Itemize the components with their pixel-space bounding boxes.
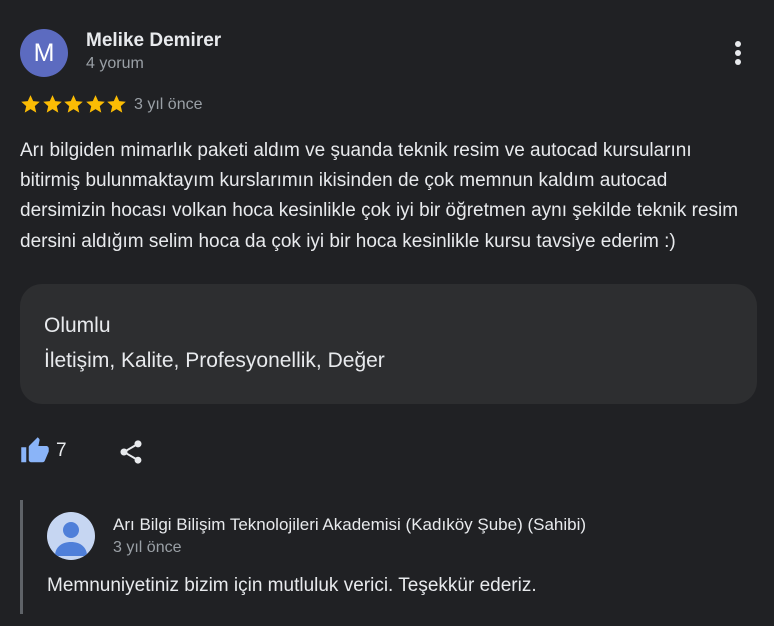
attributes-values: İletişim, Kalite, Profesyonellik, Değer bbox=[44, 349, 385, 372]
star-icon bbox=[107, 95, 126, 113]
star-icon bbox=[42, 95, 62, 113]
thumb-up-icon bbox=[21, 437, 49, 463]
reply-date: 3 yıl önce bbox=[113, 539, 182, 556]
review-text: Arı bilgiden mimarlık paketi aldım ve şu… bbox=[20, 140, 739, 252]
owner-avatar[interactable] bbox=[47, 512, 95, 560]
person-icon bbox=[55, 522, 87, 556]
star-icon bbox=[64, 95, 83, 113]
star-rating bbox=[20, 93, 128, 115]
share-button[interactable] bbox=[117, 438, 145, 466]
attributes-title: Olumlu bbox=[44, 314, 111, 337]
owner-name[interactable]: Arı Bilgi Bilişim Teknolojileri Akademis… bbox=[113, 515, 586, 535]
share-icon bbox=[120, 440, 142, 464]
like-button[interactable]: 7 bbox=[20, 436, 67, 466]
reply-text: Memnuniyetiniz bizim için mutluluk veric… bbox=[47, 575, 537, 596]
review-attributes-card: Olumlu İletişim, Kalite, Profesyonellik,… bbox=[20, 284, 757, 404]
reviewer-avatar[interactable]: M bbox=[20, 29, 68, 77]
star-icon bbox=[21, 95, 40, 113]
more-options-button[interactable] bbox=[724, 36, 754, 70]
star-icon bbox=[85, 95, 105, 113]
reply-divider bbox=[20, 500, 23, 614]
like-count: 7 bbox=[56, 440, 67, 461]
review-date: 3 yıl önce bbox=[134, 96, 203, 113]
reviewer-review-count: 4 yorum bbox=[86, 55, 144, 72]
reviewer-name[interactable]: Melike Demirer bbox=[86, 30, 221, 52]
